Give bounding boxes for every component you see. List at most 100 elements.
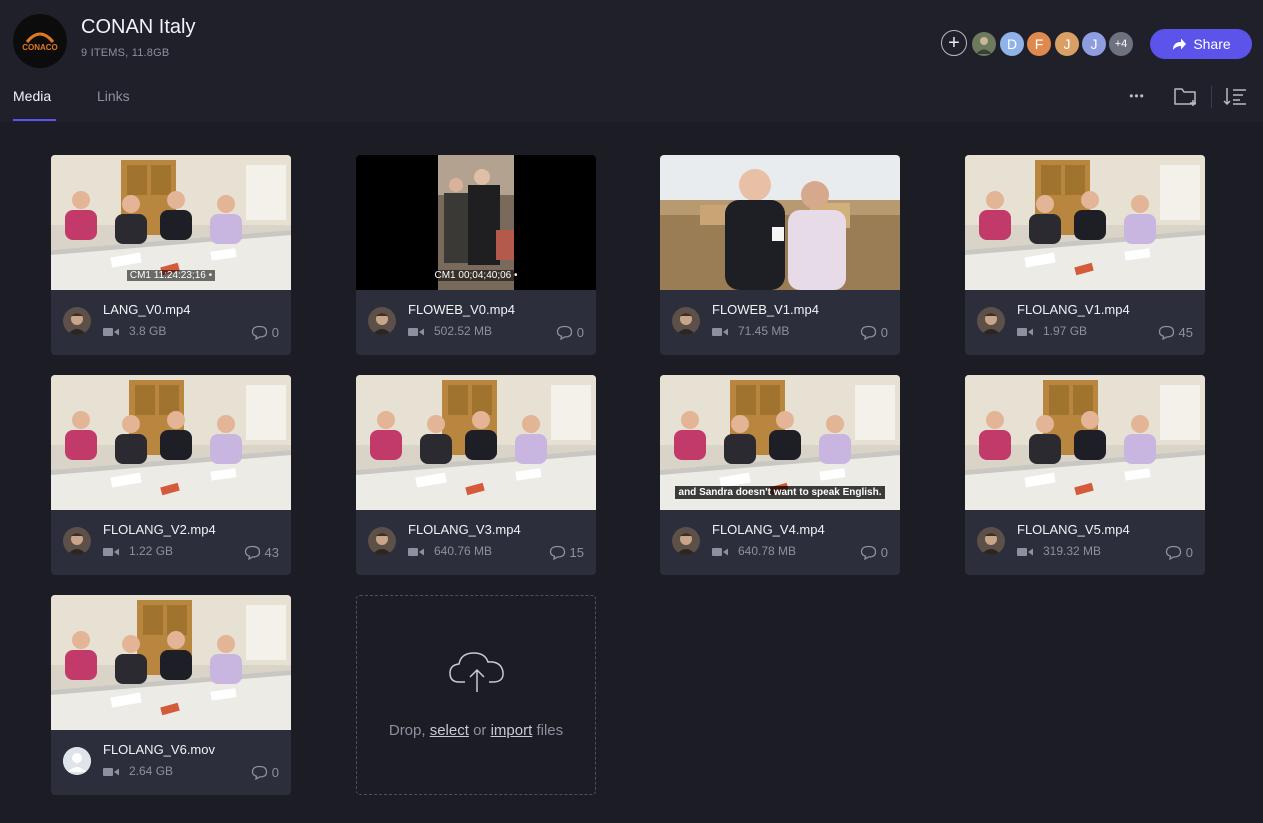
collaborator-avatar[interactable]: J: [1080, 30, 1108, 58]
asset-info: FLOLANG_V2.mp4 1.22 GB 43: [51, 510, 291, 575]
uploader-avatar[interactable]: [977, 307, 1005, 335]
more-options-button[interactable]: •••: [1124, 84, 1150, 108]
comment-count[interactable]: 0: [860, 545, 888, 560]
asset-filename[interactable]: FLOLANG_V5.mp4: [1017, 522, 1130, 537]
asset-thumbnail[interactable]: [51, 595, 291, 730]
user-photo-icon: [672, 527, 700, 555]
asset-filesize: 319.32 MB: [1043, 544, 1102, 558]
toolbar-divider: [1211, 86, 1212, 108]
asset-thumbnail[interactable]: [965, 375, 1205, 510]
uploader-avatar[interactable]: [672, 307, 700, 335]
asset-card[interactable]: FLOLANG_V5.mp4 319.32 MB 0: [965, 375, 1205, 575]
asset-thumbnail[interactable]: [51, 375, 291, 510]
asset-card[interactable]: FLOWEB_V1.mp4 71.45 MB 0: [660, 155, 900, 355]
asset-card[interactable]: CM1 00;04;40;06 • FLOWEB_V0.mp4 502.52 MB 0: [356, 155, 596, 355]
user-photo-icon: [63, 527, 91, 555]
asset-filename[interactable]: FLOLANG_V2.mp4: [103, 522, 216, 537]
svg-text:CONACO: CONACO: [22, 43, 58, 52]
comment-bubble-icon: [1158, 325, 1174, 340]
asset-card[interactable]: FLOLANG_V2.mp4 1.22 GB 43: [51, 375, 291, 575]
asset-card[interactable]: FLOLANG_V1.mp4 1.97 GB 45: [965, 155, 1205, 355]
share-arrow-icon: [1173, 38, 1187, 50]
uploader-avatar[interactable]: [63, 307, 91, 335]
video-camera-icon: [1017, 548, 1033, 556]
asset-filename[interactable]: LANG_V0.mp4: [103, 302, 190, 317]
user-photo-icon: [977, 307, 1005, 335]
upload-text-middle: or: [473, 722, 487, 739]
asset-card[interactable]: FLOLANG_V3.mp4 640.76 MB 15: [356, 375, 596, 575]
comment-count[interactable]: 43: [244, 545, 279, 560]
import-files-link[interactable]: import: [491, 722, 533, 739]
asset-thumbnail[interactable]: CM1 00;04;40;06 •: [356, 155, 596, 290]
asset-card[interactable]: and Sandra doesn't want to speak English…: [660, 375, 900, 575]
asset-thumbnail[interactable]: CM1 11:24:23;16 •: [51, 155, 291, 290]
comment-count[interactable]: 45: [1158, 325, 1193, 340]
collaborator-avatar[interactable]: F: [1025, 30, 1053, 58]
asset-thumbnail[interactable]: [356, 375, 596, 510]
comment-count-value: 15: [569, 545, 584, 560]
video-thumbnail-icon: [356, 375, 596, 510]
asset-filename[interactable]: FLOLANG_V6.mov: [103, 742, 215, 757]
asset-filesize: 71.45 MB: [738, 324, 790, 338]
collaborator-avatar[interactable]: J: [1053, 30, 1081, 58]
asset-card[interactable]: FLOLANG_V6.mov 2.64 GB 0: [51, 595, 291, 795]
asset-filename[interactable]: FLOWEB_V1.mp4: [712, 302, 819, 317]
asset-filename[interactable]: FLOLANG_V1.mp4: [1017, 302, 1130, 317]
comment-count[interactable]: 0: [1165, 545, 1193, 560]
comment-count[interactable]: 0: [556, 325, 584, 340]
comment-count-value: 0: [271, 765, 279, 780]
upload-text-suffix: files: [536, 722, 564, 739]
project-header: CONACO CONAN Italy 9 ITEMS, 11.8GB + D F…: [0, 0, 1263, 122]
video-camera-icon: [103, 548, 119, 556]
asset-thumbnail[interactable]: [965, 155, 1205, 290]
comment-count[interactable]: 15: [549, 545, 584, 560]
comment-bubble-icon: [860, 325, 876, 340]
asset-info: FLOWEB_V0.mp4 502.52 MB 0: [356, 290, 596, 355]
comment-count-value: 0: [880, 545, 888, 560]
asset-filesize: 2.64 GB: [129, 764, 174, 778]
burned-in-timecode: CM1 00;04;40;06 •: [356, 270, 596, 281]
tab-links[interactable]: Links: [97, 88, 130, 104]
asset-info: FLOLANG_V6.mov 2.64 GB 0: [51, 730, 291, 795]
project-meta: 9 ITEMS, 11.8GB: [81, 47, 170, 59]
project-title: CONAN Italy: [81, 16, 196, 38]
asset-info: FLOLANG_V3.mp4 640.76 MB 15: [356, 510, 596, 575]
conaco-logo-icon: CONACO: [22, 32, 58, 52]
burned-in-subtitle: and Sandra doesn't want to speak English…: [660, 486, 900, 499]
asset-filename[interactable]: FLOLANG_V4.mp4: [712, 522, 825, 537]
uploader-avatar[interactable]: [368, 527, 396, 555]
project-logo[interactable]: CONACO: [13, 14, 67, 68]
comment-bubble-icon: [244, 545, 260, 560]
burned-in-timecode: CM1 11:24:23;16 •: [51, 270, 291, 281]
collaborator-avatar[interactable]: [970, 30, 998, 58]
asset-filename[interactable]: FLOWEB_V0.mp4: [408, 302, 515, 317]
collaborator-avatar[interactable]: D: [998, 30, 1026, 58]
asset-filesize: 1.22 GB: [129, 544, 174, 558]
uploader-avatar[interactable]: [63, 527, 91, 555]
comment-bubble-icon: [251, 325, 267, 340]
uploader-avatar[interactable]: [63, 747, 91, 775]
asset-filesize: 640.76 MB: [434, 544, 493, 558]
asset-thumbnail[interactable]: [660, 155, 900, 290]
sort-button[interactable]: [1222, 84, 1248, 108]
add-collaborator-button[interactable]: +: [941, 30, 967, 56]
asset-filename[interactable]: FLOLANG_V3.mp4: [408, 522, 521, 537]
comment-count-value: 45: [1178, 325, 1193, 340]
asset-card[interactable]: CM1 11:24:23;16 • LANG_V0.mp4 3.8 GB 0: [51, 155, 291, 355]
tab-media[interactable]: Media: [13, 88, 51, 104]
more-collaborators-badge[interactable]: +4: [1107, 30, 1135, 58]
upload-dropzone[interactable]: Drop, select or import files: [356, 595, 596, 795]
video-thumbnail-icon: [660, 155, 900, 290]
upload-instructions: Drop, select or import files: [357, 722, 595, 739]
new-folder-button[interactable]: [1173, 84, 1199, 108]
share-label: Share: [1193, 36, 1231, 52]
share-button[interactable]: Share: [1150, 29, 1252, 59]
uploader-avatar[interactable]: [368, 307, 396, 335]
comment-count[interactable]: 0: [251, 765, 279, 780]
uploader-avatar[interactable]: [977, 527, 1005, 555]
comment-count[interactable]: 0: [251, 325, 279, 340]
asset-thumbnail[interactable]: and Sandra doesn't want to speak English…: [660, 375, 900, 510]
uploader-avatar[interactable]: [672, 527, 700, 555]
select-files-link[interactable]: select: [430, 722, 469, 739]
comment-count[interactable]: 0: [860, 325, 888, 340]
